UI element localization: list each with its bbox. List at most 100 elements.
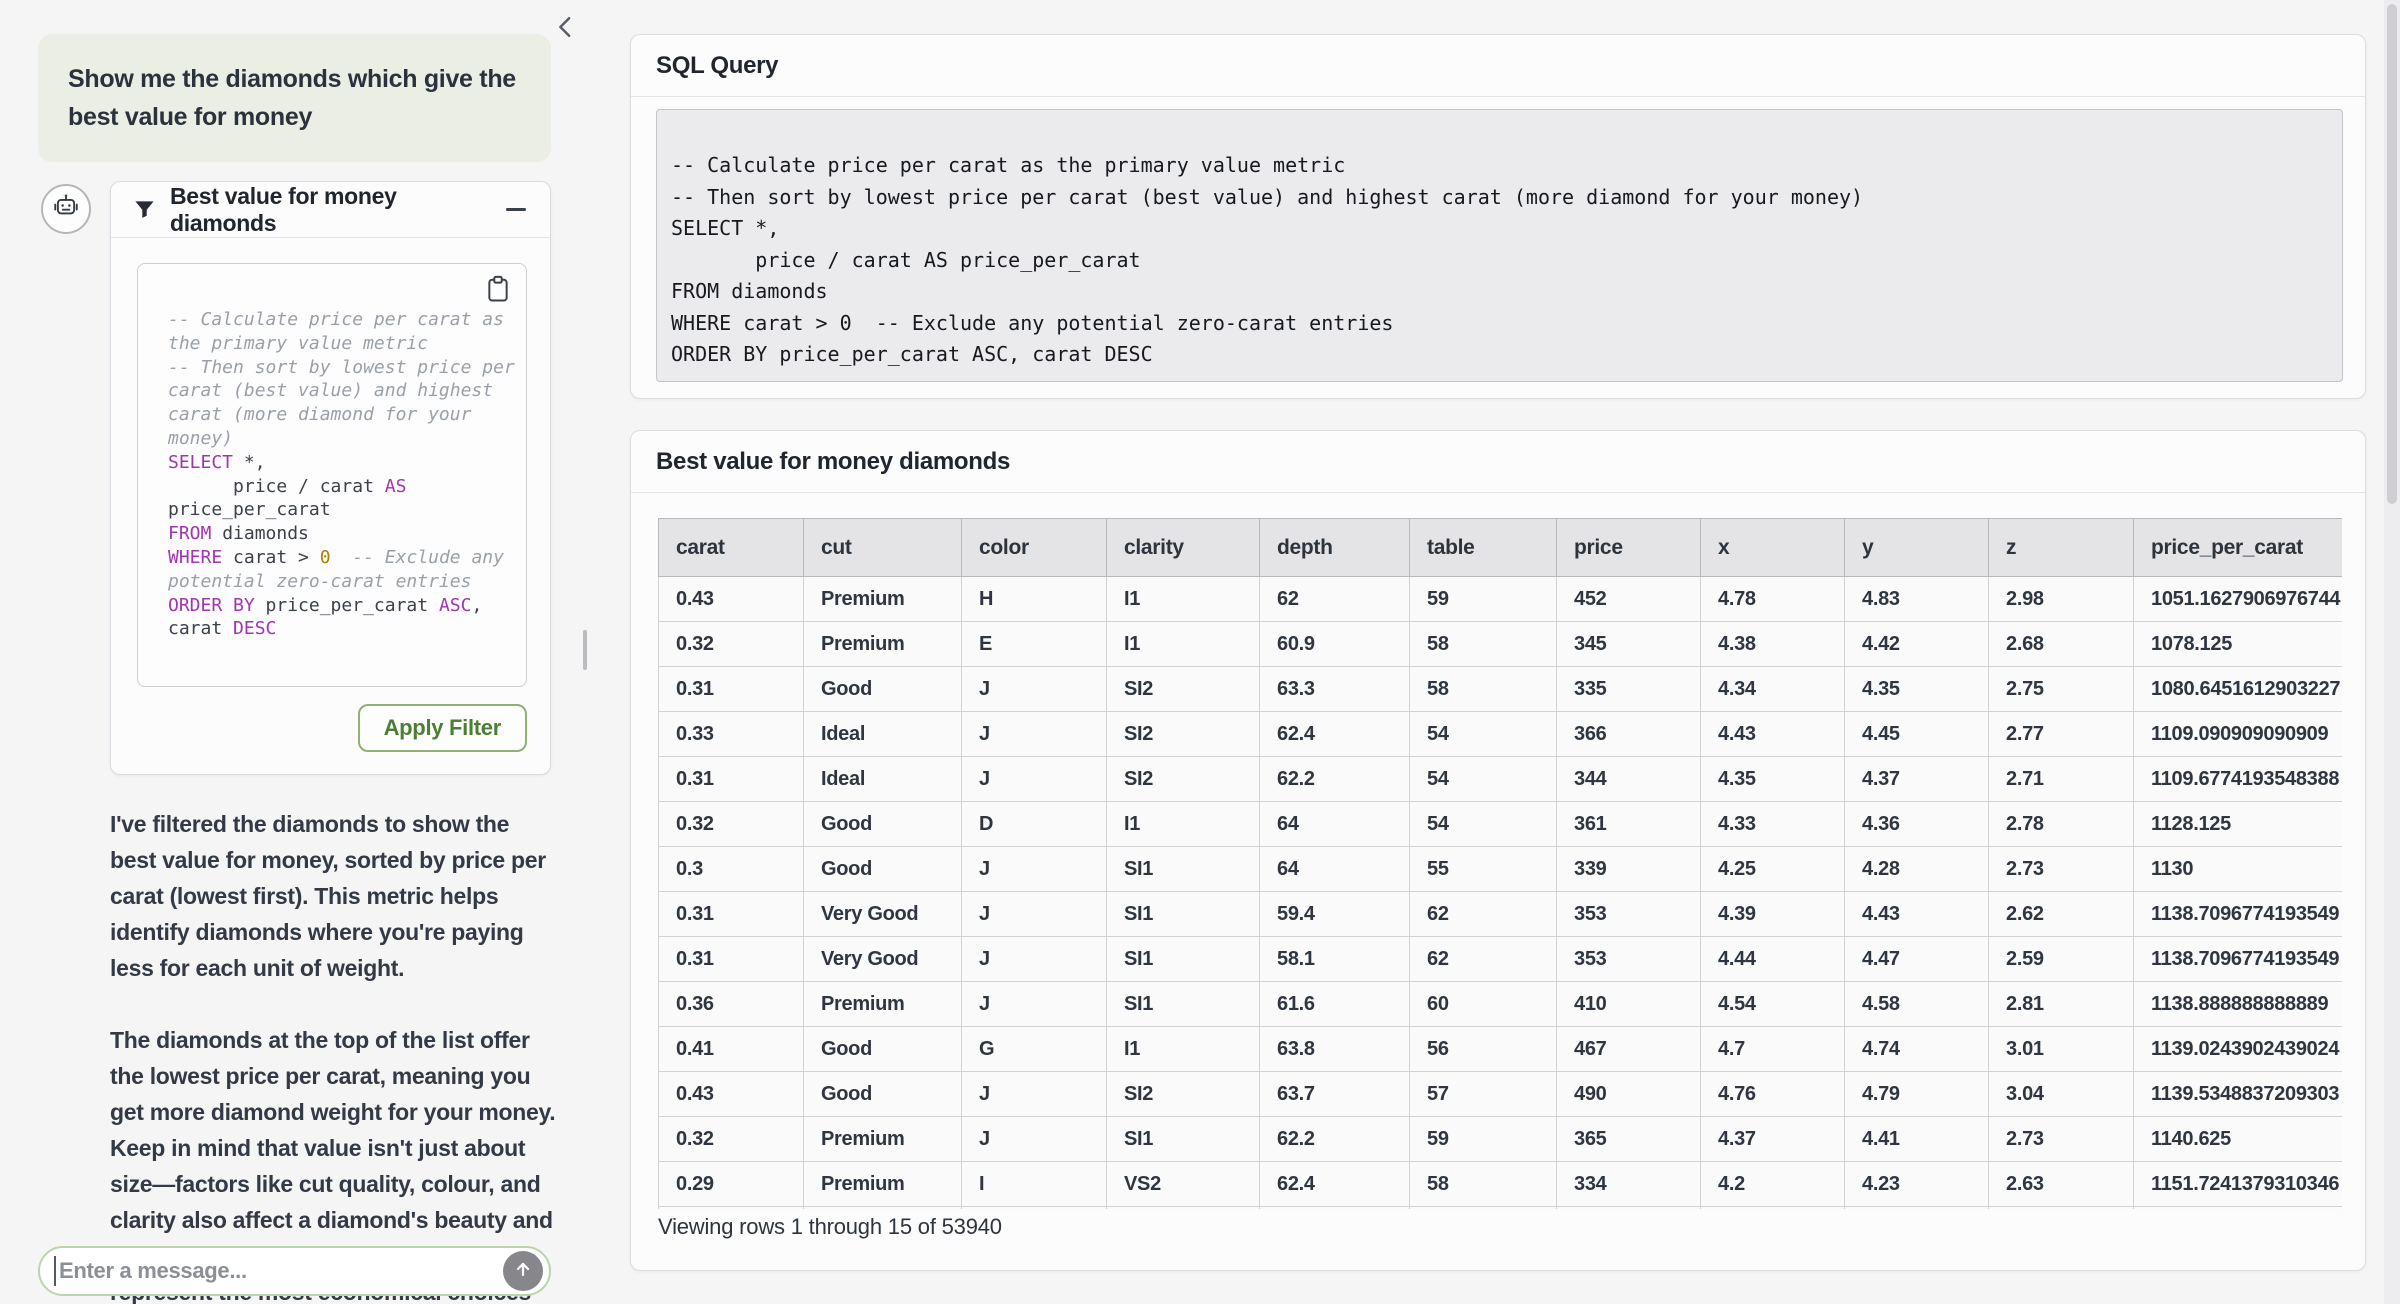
table-row-partial	[659, 1207, 2343, 1210]
table-cell: 58	[1410, 1162, 1557, 1207]
results-table: caratcutcolorclaritydepthtablepricexyzpr…	[658, 518, 2342, 1209]
table-row: 0.43PremiumHI162594524.784.832.981051.16…	[659, 577, 2343, 622]
table-cell: 4.43	[1701, 712, 1845, 757]
apply-filter-button[interactable]: Apply Filter	[358, 704, 527, 752]
table-cell: 467	[1557, 1027, 1701, 1072]
table-cell: 1138.7096774193549	[2134, 892, 2343, 937]
table-cell: 4.34	[1701, 667, 1845, 712]
page-scrollbar[interactable]	[2384, 0, 2400, 1304]
sql-code-line: price / carat AS	[168, 475, 512, 499]
collapse-panel-button[interactable]	[551, 12, 581, 42]
sql-code-line: WHERE carat > 0 -- Exclude any	[168, 546, 512, 570]
sql-code-line: WHERE carat > 0 -- Exclude any potential…	[671, 308, 2322, 340]
table-cell: 2.63	[1989, 1162, 2134, 1207]
table-row: 0.41GoodGI163.8564674.74.743.011139.0243…	[659, 1027, 2343, 1072]
table-cell: 64	[1260, 847, 1410, 892]
message-input[interactable]: Enter a message...	[38, 1246, 551, 1296]
table-row: 0.32GoodDI164543614.334.362.781128.125	[659, 802, 2343, 847]
table-cell	[1410, 1207, 1557, 1210]
sql-code-line: ORDER BY price_per_carat ASC,	[168, 594, 512, 618]
table-cell: 4.25	[1701, 847, 1845, 892]
column-header-price_per_carat: price_per_carat	[2134, 519, 2343, 577]
table-cell: SI2	[1107, 757, 1260, 802]
send-button[interactable]	[503, 1251, 543, 1291]
table-cell: 64	[1260, 802, 1410, 847]
table-cell: Premium	[804, 1162, 962, 1207]
sql-code-line: carat (more diamond for your	[168, 403, 512, 427]
robot-icon	[51, 192, 81, 227]
table-cell: 2.62	[1989, 892, 2134, 937]
table-cell: 0.43	[659, 577, 804, 622]
table-cell: 62.4	[1260, 1162, 1410, 1207]
sql-code-line: price / carat AS price_per_carat	[671, 245, 2322, 277]
row-count-status: Viewing rows 1 through 15 of 53940	[658, 1214, 1002, 1240]
table-cell: 4.37	[1701, 1117, 1845, 1162]
table-cell: 0.41	[659, 1027, 804, 1072]
table-cell: 58	[1410, 622, 1557, 667]
panel-resize-handle[interactable]	[583, 630, 587, 670]
collapse-filter-button[interactable]	[504, 198, 528, 222]
table-cell: Good	[804, 847, 962, 892]
table-cell: 1130	[2134, 847, 2343, 892]
filter-sql-code-block: -- Calculate price per carat asthe prima…	[137, 263, 527, 687]
table-cell: Premium	[804, 982, 962, 1027]
table-cell: 4.76	[1701, 1072, 1845, 1117]
table-cell: 4.74	[1845, 1027, 1989, 1072]
table-cell: 0.31	[659, 892, 804, 937]
table-cell: 361	[1557, 802, 1701, 847]
table-cell: 0.36	[659, 982, 804, 1027]
column-header-carat: carat	[659, 519, 804, 577]
table-cell: 59.4	[1260, 892, 1410, 937]
table-row: 0.36PremiumJSI161.6604104.544.582.811138…	[659, 982, 2343, 1027]
table-cell: 0.3	[659, 847, 804, 892]
table-cell: 4.23	[1845, 1162, 1989, 1207]
table-cell	[962, 1207, 1107, 1210]
table-cell	[1701, 1207, 1845, 1210]
table-cell: 4.7	[1701, 1027, 1845, 1072]
table-cell: 1139.5348837209303	[2134, 1072, 2343, 1117]
table-cell: 353	[1557, 892, 1701, 937]
table-cell	[1260, 1207, 1410, 1210]
column-header-table: table	[1410, 519, 1557, 577]
table-cell: 0.43	[659, 1072, 804, 1117]
table-cell: 1109.6774193548388	[2134, 757, 2343, 802]
table-row: 0.31GoodJSI263.3583354.344.352.751080.64…	[659, 667, 2343, 712]
table-row: 0.29PremiumIVS262.4583344.24.232.631151.…	[659, 1162, 2343, 1207]
column-header-color: color	[962, 519, 1107, 577]
scrollbar-thumb[interactable]	[2387, 4, 2397, 504]
table-cell: SI1	[1107, 847, 1260, 892]
table-cell: 59	[1410, 1117, 1557, 1162]
table-cell: I1	[1107, 802, 1260, 847]
table-cell	[1557, 1207, 1701, 1210]
table-cell: 2.68	[1989, 622, 2134, 667]
table-cell: Good	[804, 1027, 962, 1072]
table-cell: 58.1	[1260, 937, 1410, 982]
table-cell: 1078.125	[2134, 622, 2343, 667]
copy-icon[interactable]	[484, 274, 512, 304]
table-row: 0.3GoodJSI164553394.254.282.731130	[659, 847, 2343, 892]
table-cell: 4.54	[1701, 982, 1845, 1027]
table-row: 0.32PremiumEI160.9583454.384.422.681078.…	[659, 622, 2343, 667]
table-cell: I1	[1107, 577, 1260, 622]
table-cell: 4.44	[1701, 937, 1845, 982]
table-cell: 4.41	[1845, 1117, 1989, 1162]
table-cell: 63.3	[1260, 667, 1410, 712]
table-cell: 2.73	[1989, 1117, 2134, 1162]
table-cell: 1138.888888888889	[2134, 982, 2343, 1027]
table-cell: 4.83	[1845, 577, 1989, 622]
table-cell: J	[962, 847, 1107, 892]
table-cell: I	[962, 1162, 1107, 1207]
table-cell: Very Good	[804, 892, 962, 937]
chevron-left-icon	[551, 29, 581, 46]
table-cell: SI1	[1107, 982, 1260, 1027]
table-cell: 0.29	[659, 1162, 804, 1207]
table-cell	[659, 1207, 804, 1210]
table-cell: 490	[1557, 1072, 1701, 1117]
sql-code-line: -- Then sort by lowest price per carat (…	[671, 182, 2322, 214]
table-cell: 0.31	[659, 757, 804, 802]
table-cell: 339	[1557, 847, 1701, 892]
column-header-cut: cut	[804, 519, 962, 577]
table-cell: G	[962, 1027, 1107, 1072]
sql-code-line: SELECT *,	[168, 451, 512, 475]
table-header-row: caratcutcolorclaritydepthtablepricexyzpr…	[659, 519, 2343, 577]
